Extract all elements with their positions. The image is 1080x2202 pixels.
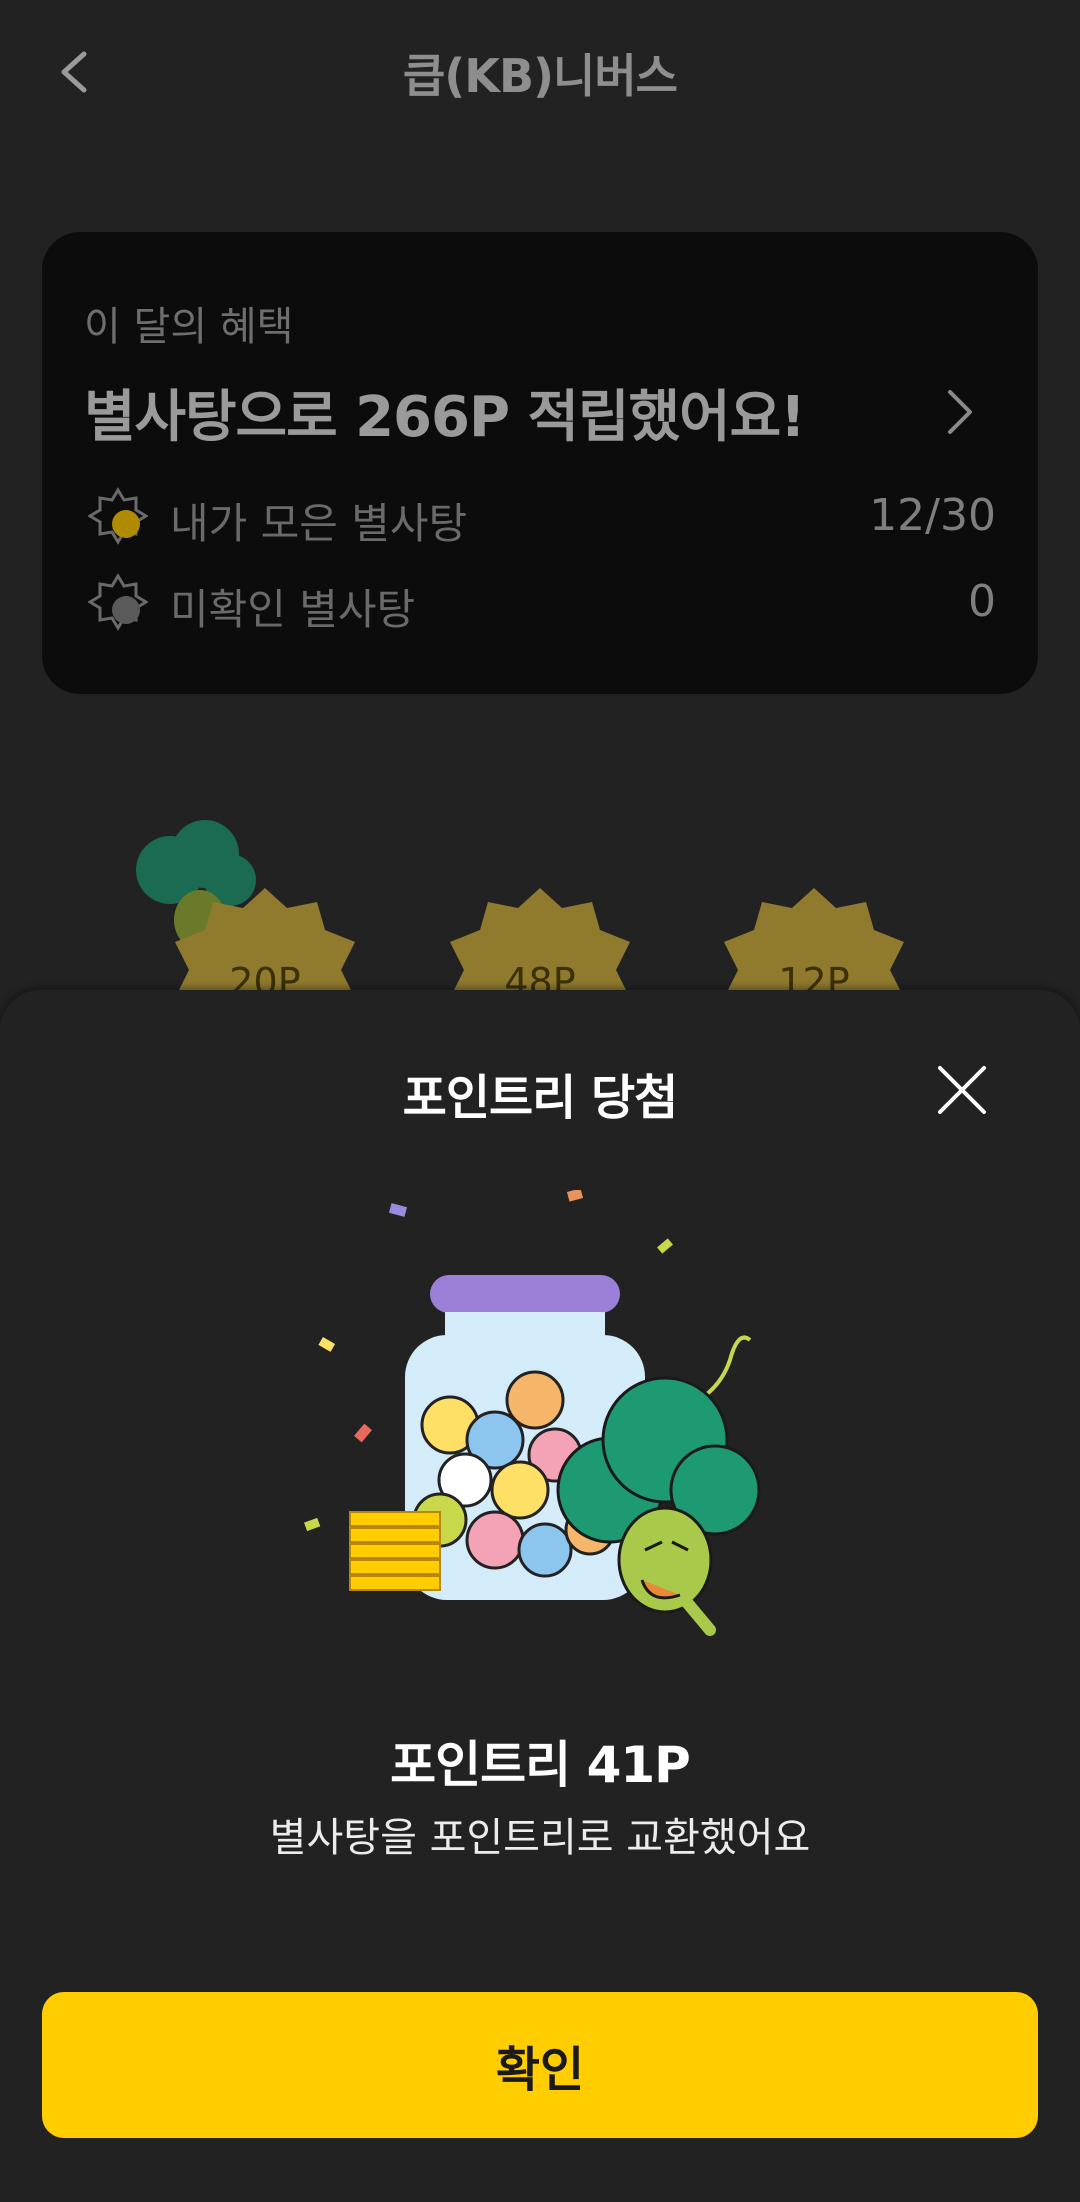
reward-description: 별사탕을 포인트리로 교환했어요 xyxy=(269,1815,811,1861)
card-caption: 이 달의 혜택 xyxy=(84,304,294,350)
monthly-benefit-card[interactable]: 이 달의 혜택 별사탕으로 266P 적립했어요! 내가 모은 별사탕 12/3… xyxy=(42,232,1038,694)
collected-stat-row: 내가 모은 별사탕 12/30 xyxy=(84,484,996,548)
page-title: 큽(KB)니버스 xyxy=(402,49,678,103)
chevron-right-icon[interactable] xyxy=(940,384,980,440)
close-icon[interactable] xyxy=(934,1062,990,1118)
sheet-title: 포인트리 당첨 xyxy=(402,1070,679,1126)
unchecked-label: 미확인 별사탕 xyxy=(170,585,416,634)
star-candy-rewards: 20P 48P 12P xyxy=(0,800,1080,1038)
reward-title: 포인트리 41P xyxy=(390,1736,691,1794)
confirm-button[interactable]: 확인 xyxy=(42,1992,1038,2138)
reward-bottom-sheet: 포인트리 당첨 포인트리 41P 별사탕을 포인트리로 교환했어요 확인 xyxy=(0,990,1080,2202)
star-candy-icon xyxy=(88,487,148,545)
candy-jar-illustration-icon xyxy=(304,1190,761,1636)
unchecked-stat-row: 미확인 별사탕 0 xyxy=(84,570,996,634)
card-headline: 별사탕으로 266P 적립했어요! xyxy=(84,385,806,450)
app-header: 큽(KB)니버스 xyxy=(0,0,1080,150)
unchecked-value: 0 xyxy=(968,576,996,627)
collected-label: 내가 모은 별사탕 xyxy=(170,499,468,548)
collected-value: 12/30 xyxy=(869,490,996,541)
star-candy-gray-icon xyxy=(88,573,148,631)
